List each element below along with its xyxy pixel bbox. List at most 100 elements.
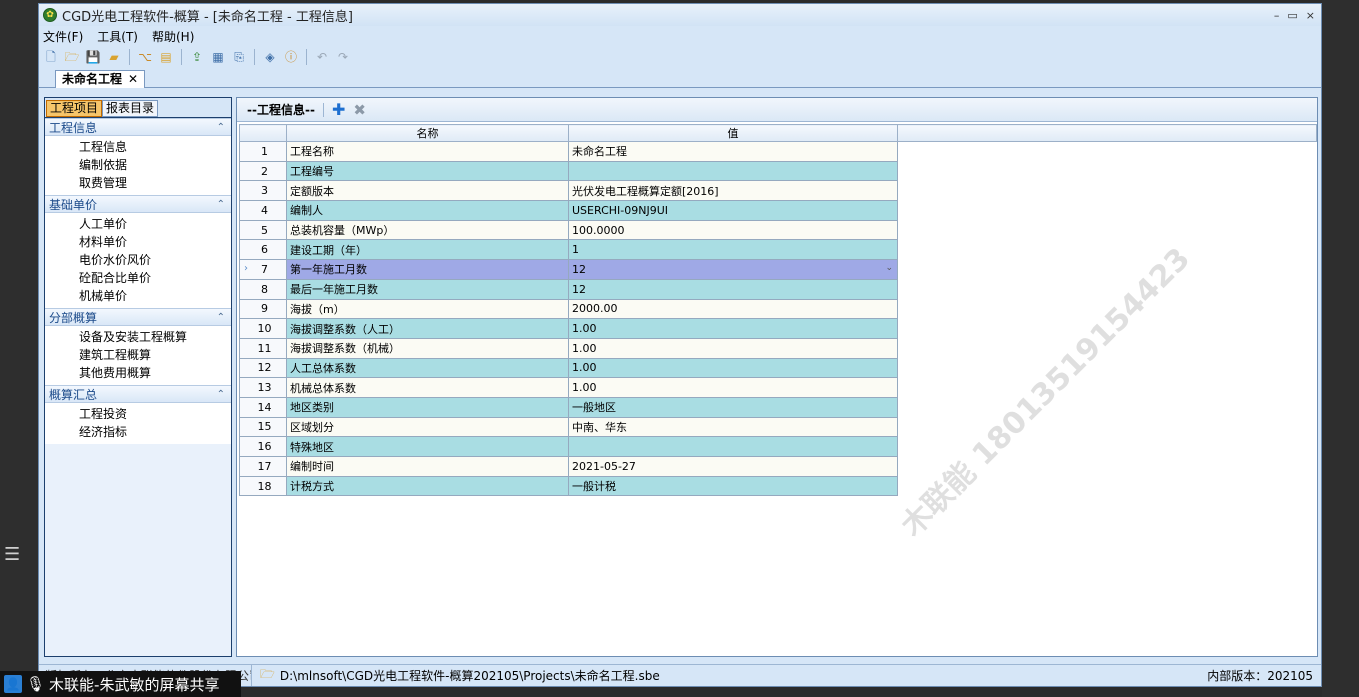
table-row[interactable]: 17 编制时间 2021-05-27 <box>239 456 1317 477</box>
undo-icon[interactable]: ↶ <box>314 49 330 65</box>
table-row[interactable]: 16 特殊地区 <box>239 436 1317 457</box>
collapse-icon[interactable]: ⌃ <box>217 312 225 323</box>
collapse-icon[interactable]: ⌃ <box>217 389 225 400</box>
report-icon[interactable]: ⎘ <box>231 49 247 65</box>
table-row[interactable]: 12 人工总体系数 1.00 <box>239 357 1317 379</box>
list-menu-icon[interactable]: ☰ <box>4 544 20 565</box>
cell-value[interactable]: USERCHI-09NJ9UI <box>568 200 898 221</box>
sidebar-item-material-price[interactable]: 材料单价 <box>45 233 231 251</box>
cell-value[interactable]: 2000.00 <box>568 298 898 320</box>
sidebar-item-other-fees[interactable]: 其他费用概算 <box>45 364 231 382</box>
tab-untitled-project[interactable]: 未命名工程 ✕ <box>55 70 146 88</box>
cell-value[interactable]: 2021-05-27 <box>568 456 898 477</box>
sidebar-item-economic-indicators[interactable]: 经济指标 <box>45 423 231 441</box>
table-row[interactable]: 1 工程名称 未命名工程 <box>239 141 1317 162</box>
group-header-base-prices[interactable]: 基础单价 ⌃ <box>45 195 231 213</box>
cell-value[interactable]: 1.00 <box>568 318 898 339</box>
cell-name[interactable]: 编制人 <box>286 200 569 221</box>
redo-icon[interactable]: ↷ <box>335 49 351 65</box>
cell-name[interactable]: 计税方式 <box>286 475 569 497</box>
dropdown-icon[interactable]: ⌄ <box>885 263 897 273</box>
table-row[interactable]: 8 最后一年施工月数 12 <box>239 278 1317 300</box>
sidebar-item-basis[interactable]: 编制依据 <box>45 156 231 174</box>
document-icon[interactable]: ▤ <box>158 49 174 65</box>
cell-name[interactable]: 工程名称 <box>286 141 569 162</box>
menu-tools[interactable]: 工具(T) <box>97 28 138 45</box>
cell-value[interactable]: 一般地区 <box>568 396 898 418</box>
calculator-icon[interactable]: ▦ <box>210 49 226 65</box>
table-row[interactable]: 3 定额版本 光伏发电工程概算定额[2016] <box>239 180 1317 202</box>
cell-name[interactable]: 机械总体系数 <box>286 377 569 398</box>
table-row[interactable]: 10 海拔调整系数（人工） 1.00 <box>239 318 1317 339</box>
sidebar-item-concrete-price[interactable]: 砼配合比单价 <box>45 269 231 287</box>
open-folder-icon[interactable]: 🗁 <box>64 49 80 65</box>
cell-name[interactable]: 地区类别 <box>286 396 569 418</box>
add-row-icon[interactable]: ✚ <box>332 100 345 119</box>
sidebar-item-labor-price[interactable]: 人工单价 <box>45 215 231 233</box>
info-icon[interactable]: ⓘ <box>283 49 299 65</box>
cell-value[interactable]: 一般计税 <box>568 475 898 497</box>
cell-value[interactable]: 未命名工程 <box>568 141 898 162</box>
table-row[interactable]: 13 机械总体系数 1.00 <box>239 377 1317 398</box>
table-row[interactable]: 18 计税方式 一般计税 <box>239 475 1317 497</box>
folder-icon[interactable]: ▰ <box>106 49 122 65</box>
cell-name[interactable]: 特殊地区 <box>286 436 569 457</box>
table-row[interactable]: 14 地区类别 一般地区 <box>239 396 1317 418</box>
collapse-icon[interactable]: ⌃ <box>217 122 225 133</box>
group-header-project-info[interactable]: 工程信息 ⌃ <box>45 118 231 136</box>
cell-name[interactable]: 海拔调整系数（人工） <box>286 318 569 339</box>
mic-icon[interactable]: 🎙 <box>26 675 45 693</box>
cell-value[interactable]: 100.0000 <box>568 219 898 241</box>
sidebar-item-machine-price[interactable]: 机械单价 <box>45 287 231 305</box>
export-icon[interactable]: ⇪ <box>189 49 205 65</box>
table-row[interactable]: 11 海拔调整系数（机械） 1.00 <box>239 337 1317 359</box>
cell-name[interactable]: 人工总体系数 <box>286 357 569 379</box>
cell-value[interactable]: 中南、华东 <box>568 416 898 438</box>
collapse-icon[interactable]: ⌃ <box>217 199 225 210</box>
cell-value[interactable]: 光伏发电工程概算定额[2016] <box>568 180 898 202</box>
cell-name[interactable]: 建设工期（年） <box>286 239 569 261</box>
sidebar-item-building-estimate[interactable]: 建筑工程概算 <box>45 346 231 364</box>
table-row[interactable]: 6 建设工期（年） 1 <box>239 239 1317 261</box>
tab-project-items[interactable]: 工程项目 <box>46 100 103 117</box>
group-header-summary[interactable]: 概算汇总 ⌃ <box>45 385 231 403</box>
sidebar-item-project-info[interactable]: 工程信息 <box>45 138 231 156</box>
cell-value[interactable]: 12 <box>568 278 898 300</box>
sidebar-item-equipment-estimate[interactable]: 设备及安装工程概算 <box>45 328 231 346</box>
cell-name[interactable]: 定额版本 <box>286 180 569 202</box>
book-icon[interactable]: ◈ <box>262 49 278 65</box>
new-file-icon[interactable]: 🗋 <box>43 49 59 65</box>
table-row[interactable]: 15 区域划分 中南、华东 <box>239 416 1317 438</box>
sidebar-item-fee-management[interactable]: 取费管理 <box>45 174 231 192</box>
table-row[interactable]: 9 海拔（m） 2000.00 <box>239 298 1317 320</box>
cell-name[interactable]: 第一年施工月数 <box>286 259 569 280</box>
cell-value[interactable]: 1 <box>568 239 898 261</box>
cell-name[interactable]: 工程编号 <box>286 160 569 182</box>
cell-value[interactable]: 1.00 <box>568 377 898 398</box>
close-tab-icon[interactable]: ✕ <box>128 71 138 88</box>
menu-help[interactable]: 帮助(H) <box>152 28 194 45</box>
sidebar-item-utility-price[interactable]: 电价水价风价 <box>45 251 231 269</box>
sidebar-item-investment[interactable]: 工程投资 <box>45 405 231 423</box>
minimize-button[interactable]: – <box>1274 9 1280 22</box>
table-row[interactable]: 5 总装机容量（MWp） 100.0000 <box>239 219 1317 241</box>
table-row[interactable]: › 7 第一年施工月数 12 ⌄ <box>239 259 1317 280</box>
column-header-name[interactable]: 名称 <box>286 124 569 142</box>
cell-name[interactable]: 海拔调整系数（机械） <box>286 337 569 359</box>
cell-name[interactable]: 海拔（m） <box>286 298 569 320</box>
cell-name[interactable]: 区域划分 <box>286 416 569 438</box>
close-window-button[interactable]: × <box>1306 9 1315 22</box>
table-row[interactable]: 4 编制人 USERCHI-09NJ9UI <box>239 200 1317 221</box>
cell-value[interactable]: 1.00 <box>568 337 898 359</box>
cell-name[interactable]: 编制时间 <box>286 456 569 477</box>
cell-value[interactable] <box>568 160 898 182</box>
menu-file[interactable]: 文件(F) <box>43 28 83 45</box>
table-row[interactable]: 2 工程编号 <box>239 160 1317 182</box>
cell-value[interactable]: 1.00 <box>568 357 898 379</box>
cell-value[interactable] <box>568 436 898 457</box>
cell-name[interactable]: 最后一年施工月数 <box>286 278 569 300</box>
column-header-value[interactable]: 值 <box>568 124 898 142</box>
cell-value[interactable]: 12 ⌄ <box>568 259 898 280</box>
delete-row-icon[interactable]: ✖ <box>353 101 366 119</box>
tab-report-catalog[interactable]: 报表目录 <box>102 100 159 117</box>
